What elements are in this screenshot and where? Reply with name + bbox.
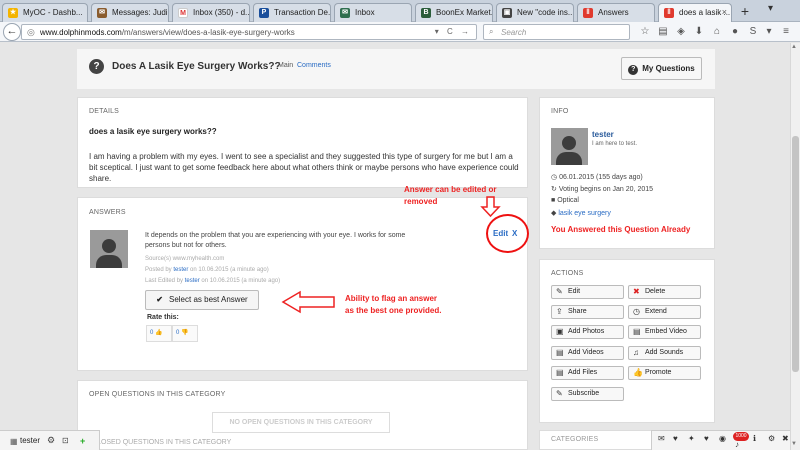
voting-info: ↻ Voting begins on Jan 20, 2015 bbox=[551, 186, 654, 193]
edit-icon: ✎ bbox=[556, 287, 563, 296]
actions-heading: ACTIONS bbox=[551, 270, 584, 277]
info-heading: INFO bbox=[551, 108, 569, 115]
close-icon[interactable]: ✖ bbox=[782, 434, 789, 443]
scroll-down-icon[interactable]: ▼ bbox=[791, 441, 797, 447]
tag-icon: ◆ bbox=[551, 210, 557, 217]
info-icon[interactable]: ℹ bbox=[753, 434, 756, 443]
add-sounds-button[interactable]: ♫ Add Sounds bbox=[628, 346, 701, 360]
clock-icon: ◷ bbox=[551, 174, 558, 181]
arrow-down-icon bbox=[480, 196, 501, 218]
author-name[interactable]: tester bbox=[592, 130, 614, 139]
add-photos-button[interactable]: ▣ Add Photos bbox=[551, 325, 624, 339]
extend-button[interactable]: ◷ Extend bbox=[628, 305, 701, 319]
closed-questions-heading: CLOSED QUESTIONS IN THIS CATEGORY bbox=[92, 439, 232, 446]
heart-icon[interactable]: ♥ bbox=[673, 434, 678, 443]
scroll-up-icon[interactable]: ▲ bbox=[791, 44, 797, 50]
scrollbar-thumb[interactable] bbox=[792, 136, 799, 372]
heart-icon[interactable]: ♥ bbox=[704, 434, 709, 443]
people-icon[interactable]: ◉ bbox=[719, 434, 726, 443]
edit-icon[interactable]: ⊡ bbox=[62, 436, 69, 445]
avatar-body bbox=[556, 152, 582, 165]
tag-info: ◆ lasik eye surgery bbox=[551, 209, 611, 217]
gear-icon[interactable]: ⚙ bbox=[768, 434, 775, 443]
mail-icon[interactable]: ✉ bbox=[658, 434, 665, 443]
add-videos-button[interactable]: ▤ Add Videos bbox=[551, 346, 624, 360]
clock-icon: ◷ bbox=[633, 307, 640, 316]
promote-button[interactable]: 👍 Promote bbox=[628, 366, 701, 380]
bell-icon[interactable]: ♪ bbox=[735, 440, 739, 449]
music-icon: ♫ bbox=[633, 348, 639, 357]
film-icon: ▤ bbox=[556, 348, 564, 357]
avatar[interactable] bbox=[551, 128, 588, 165]
answered-notice: You Answered this Question Already bbox=[551, 225, 691, 234]
subscribe-button[interactable]: ✎ Subscribe bbox=[551, 387, 624, 401]
edit-button[interactable]: ✎ Edit bbox=[551, 285, 624, 299]
delete-button[interactable]: ✖ Delete bbox=[628, 285, 701, 299]
share-icon: ⇪ bbox=[556, 307, 563, 316]
pencil-icon: ✎ bbox=[556, 389, 563, 398]
avatar-head bbox=[562, 136, 576, 150]
delete-icon: ✖ bbox=[633, 287, 640, 296]
author-bio: I am here to test. bbox=[592, 141, 638, 147]
photo-icon: ▣ bbox=[556, 327, 564, 336]
grid-icon[interactable]: ▦ bbox=[10, 437, 18, 446]
share-button[interactable]: ⇪ Share bbox=[551, 305, 624, 319]
empty-state: NO OPEN QUESTIONS IN THIS CATEGORY bbox=[212, 412, 390, 433]
categories-heading: CATEGORIES bbox=[551, 436, 599, 443]
file-icon: ▤ bbox=[556, 368, 564, 377]
add-icon[interactable]: + bbox=[80, 436, 85, 446]
twitter-icon[interactable]: ✦ bbox=[688, 434, 695, 443]
user-name[interactable]: tester bbox=[20, 436, 40, 445]
add-files-button[interactable]: ▤ Add Files bbox=[551, 366, 624, 380]
gear-icon[interactable]: ⚙ bbox=[47, 435, 55, 446]
thumbs-up-icon: 👍 bbox=[633, 368, 643, 377]
refresh-icon: ↻ bbox=[551, 186, 557, 193]
posted-date: ◷ 06.01.2015 (155 days ago) bbox=[551, 174, 643, 181]
category-info: ■ Optical bbox=[551, 197, 579, 204]
notification-badge: 1000 bbox=[733, 432, 749, 441]
folder-icon: ■ bbox=[551, 197, 556, 204]
embed-video-button[interactable]: ▤ Embed Video bbox=[628, 325, 701, 339]
arrow-left-icon bbox=[281, 290, 335, 314]
tag-link[interactable]: lasik eye surgery bbox=[558, 210, 611, 217]
open-questions-heading: OPEN QUESTIONS IN THIS CATEGORY bbox=[89, 391, 226, 398]
film-icon: ▤ bbox=[633, 327, 641, 336]
